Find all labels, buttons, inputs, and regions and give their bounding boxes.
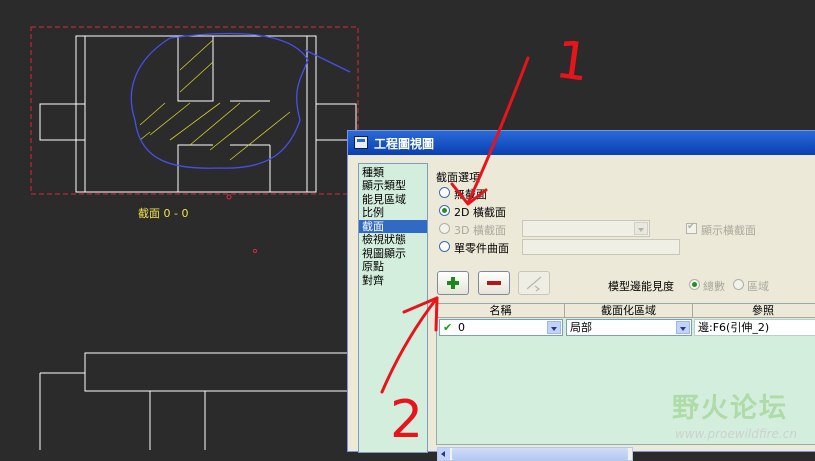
watermark-brand: 野火论坛 <box>672 393 788 424</box>
annotation-number-1: 1 <box>552 30 593 94</box>
watermark-url: www.proewildfire.cn <box>675 427 797 441</box>
arrow-1-line <box>466 56 530 205</box>
annotation-overlay: 1 2 <box>380 30 593 450</box>
annotation-number-2: 2 <box>390 390 423 450</box>
arrow-2-line <box>380 296 439 394</box>
